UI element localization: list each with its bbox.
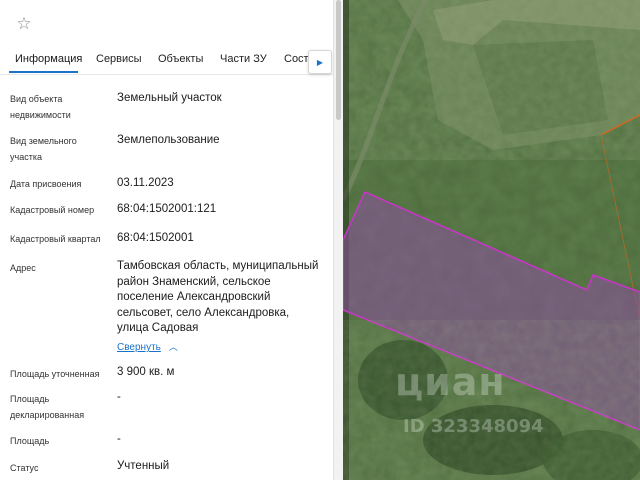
value-cadastral-number: 68:04:1502001:121	[117, 203, 217, 215]
map-canvas[interactable]	[343, 0, 640, 480]
label-object-type: Вид объекта недвижимости	[10, 94, 71, 120]
scrollbar-thumb[interactable]	[336, 0, 341, 120]
tab-services[interactable]: Сервисы	[96, 53, 142, 65]
tab-parcel-parts[interactable]: Части ЗУ	[220, 53, 267, 65]
tab-objects[interactable]: Объекты	[158, 53, 203, 65]
chevron-up-icon: ︿	[168, 342, 178, 352]
tabs-scroll-right-button[interactable]: ▶	[308, 50, 332, 74]
collapse-label: Свернуть	[117, 342, 161, 353]
value-address: Тамбовская область, муниципальный район …	[117, 260, 319, 334]
label-area: Площадь	[10, 436, 50, 446]
label-status: Статус	[10, 463, 39, 473]
value-status: Учтенный	[117, 460, 170, 472]
arrow-right-icon: ▶	[316, 57, 324, 67]
favorite-star-icon[interactable]: ☆	[14, 14, 34, 34]
value-object-type: Земельный участок	[117, 92, 222, 104]
satellite-map[interactable]: циан ID 323348094	[343, 0, 640, 480]
value-area-refined: 3 900 кв. м	[117, 366, 175, 378]
label-cadastral-quarter: Кадастровый квартал	[10, 234, 101, 244]
label-assigned-date: Дата присвоения	[10, 179, 82, 189]
value-parcel-kind: Землепользование	[117, 134, 220, 146]
active-tab-indicator	[9, 71, 78, 73]
object-info-panel: ☆ Информация Сервисы Объекты Части ЗУ Со…	[0, 0, 333, 480]
label-parcel-kind: Вид земельного участка	[10, 136, 77, 162]
value-cadastral-quarter: 68:04:1502001	[117, 232, 194, 244]
cian-watermark-logo: циан	[395, 360, 506, 404]
tab-information[interactable]: Информация	[15, 53, 82, 65]
cian-watermark-id: ID 323348094	[403, 416, 544, 437]
value-area-declared: -	[117, 391, 121, 403]
value-assigned-date: 03.11.2023	[117, 177, 174, 189]
label-area-declared: Площадь декларированная	[10, 394, 85, 420]
field-texture	[343, 0, 640, 160]
label-area-refined: Площадь уточненная	[10, 369, 100, 379]
value-area: -	[117, 433, 121, 445]
address-collapse-link[interactable]: Свернуть ︿	[117, 340, 178, 353]
label-cadastral-number: Кадастровый номер	[10, 205, 95, 215]
label-address: Адрес	[10, 263, 36, 273]
